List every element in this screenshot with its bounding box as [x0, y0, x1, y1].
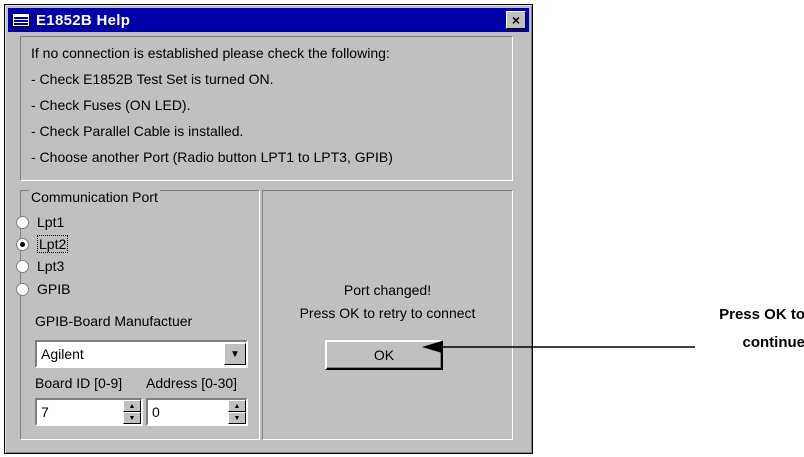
window-title: E1852B Help [36, 11, 131, 29]
radio-lpt1[interactable]: Lpt1 [16, 214, 64, 230]
callout-text: continue [742, 334, 804, 351]
manufacturer-label: GPIB-Board Manufactuer [35, 313, 193, 329]
radio-checked-icon [16, 237, 29, 251]
info-line: - Check Fuses (ON LED). [31, 97, 191, 113]
spin-up-icon[interactable]: ▲ [123, 400, 141, 412]
radio-icon [16, 259, 29, 273]
board-id-label: Board ID [0-9] [35, 375, 123, 391]
callout-arrow [422, 341, 695, 353]
title-bar[interactable]: E1852B Help × [8, 8, 529, 32]
info-line: - Choose another Port (Radio button LPT1… [31, 149, 393, 165]
radio-icon [16, 282, 29, 296]
spin-down-icon[interactable]: ▼ [228, 412, 246, 424]
radio-gpib[interactable]: GPIB [16, 281, 70, 297]
app-icon [12, 13, 30, 27]
manufacturer-select[interactable]: Agilent ▼ [35, 340, 248, 368]
radio-label: Lpt2 [37, 235, 69, 253]
info-line: - Check Parallel Cable is installed. [31, 123, 244, 139]
status-message: Port changed! [343, 282, 432, 298]
spin-down-icon[interactable]: ▼ [123, 412, 141, 424]
info-line: If no connection is established please c… [31, 45, 390, 61]
radio-label: Lpt3 [37, 258, 65, 274]
address-label: Address [0-30] [146, 375, 238, 391]
arrow-head-icon [422, 341, 442, 353]
info-line: - Check E1852B Test Set is turned ON. [31, 71, 274, 87]
callout-text: Press OK to [719, 306, 804, 323]
radio-lpt3[interactable]: Lpt3 [16, 258, 64, 274]
radio-lpt2[interactable]: Lpt2 [16, 235, 69, 253]
address-spinner[interactable]: 0 ▲ ▼ [146, 398, 248, 426]
radio-label: Lpt1 [37, 214, 65, 230]
status-message: Press OK to retry to connect [299, 305, 476, 321]
info-panel: If no connection is established please c… [20, 36, 513, 181]
dropdown-arrow-icon[interactable]: ▼ [224, 343, 246, 365]
close-button[interactable]: × [506, 11, 526, 29]
spin-up-icon[interactable]: ▲ [228, 400, 246, 412]
address-value: 0 [152, 404, 160, 420]
radio-label: GPIB [37, 281, 71, 297]
board-id-spinner[interactable]: 7 ▲ ▼ [35, 398, 143, 426]
board-id-value: 7 [41, 404, 49, 420]
manufacturer-value: Agilent [41, 346, 84, 362]
group-label: Communication Port [29, 189, 160, 205]
radio-icon [16, 215, 29, 229]
